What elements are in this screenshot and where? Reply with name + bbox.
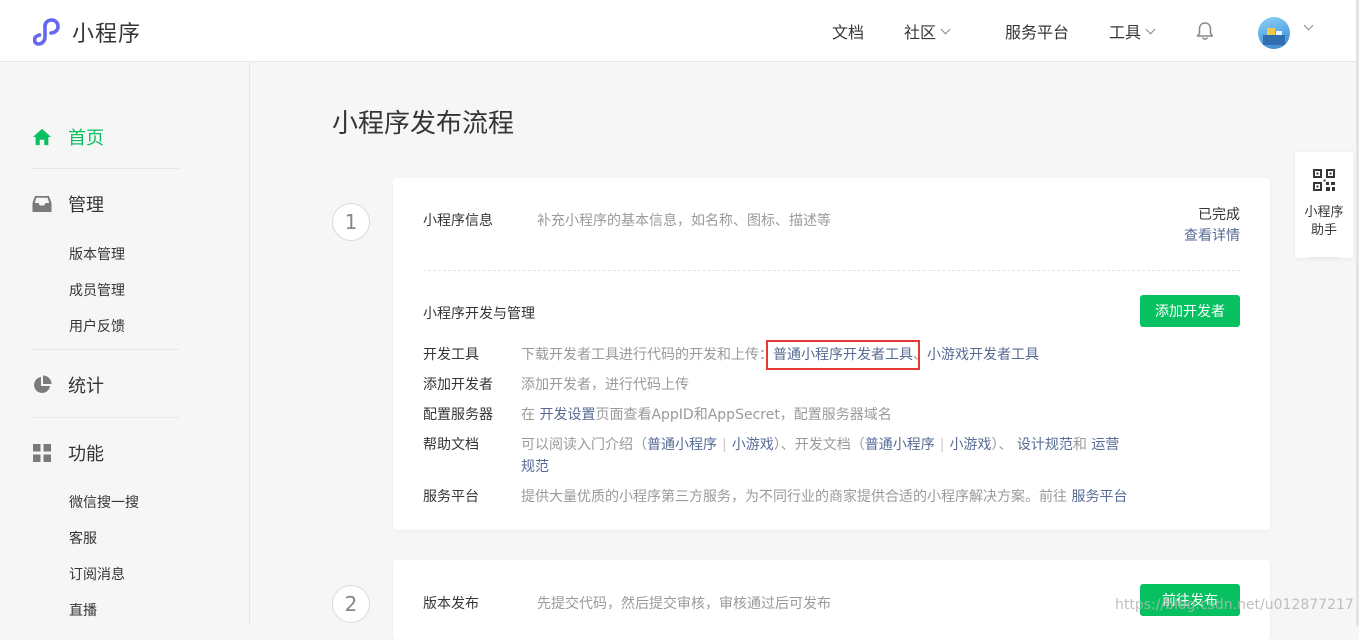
nav-tools[interactable]: 工具 xyxy=(1109,0,1156,62)
row-text-content: ）、开发文档（ xyxy=(773,437,865,453)
divider xyxy=(423,270,1240,271)
row-text-content: 和 xyxy=(1072,437,1087,453)
logo[interactable]: 小程序 xyxy=(33,16,141,48)
step-title: 小程序信息 xyxy=(423,213,493,229)
pie-chart-icon xyxy=(32,375,52,395)
row-text: 提供大量优质的小程序第三方服务，为不同行业的商家提供合适的小程序解决方案。前往 … xyxy=(521,486,1127,506)
assistant-label-line2: 助手 xyxy=(1310,223,1337,238)
separator: | xyxy=(722,437,727,453)
sidebar-item-subscribe-message[interactable]: 订阅消息 xyxy=(69,564,125,584)
nav-docs[interactable]: 文档 xyxy=(832,0,864,62)
add-developer-button[interactable]: 添加开发者 xyxy=(1140,295,1240,327)
section-title: 小程序开发与管理 xyxy=(423,306,535,322)
nav-community[interactable]: 社区 xyxy=(904,0,951,62)
sidebar-item-manage[interactable]: 管理 xyxy=(32,191,104,217)
row-label: 开发工具 xyxy=(423,347,479,363)
sidebar-item-label: 管理 xyxy=(68,195,104,216)
step-title: 版本发布 xyxy=(423,596,479,612)
row-text-content: 在 xyxy=(521,407,535,423)
step-desc: 补充小程序的基本信息，如名称、图标、描述等 xyxy=(537,213,831,229)
sidebar-item-home[interactable]: 首页 xyxy=(32,124,104,150)
step-card-info: 小程序信息 补充小程序的基本信息，如名称、图标、描述等 已完成 查看详情 小程序… xyxy=(393,178,1270,530)
row-text-content: 页面查看AppID和AppSecret，配置服务器域名 xyxy=(595,407,892,423)
home-icon xyxy=(32,127,52,147)
row-label: 服务平台 xyxy=(423,489,479,505)
grid-icon xyxy=(32,443,52,463)
sidebar-item-label: 统计 xyxy=(68,376,104,397)
divider xyxy=(32,349,179,350)
game-devtools-link[interactable]: 小游戏开发者工具 xyxy=(927,347,1039,363)
row-label: 添加开发者 xyxy=(423,377,493,393)
bell-icon[interactable] xyxy=(1196,21,1214,41)
assistant-label: 小程序 助手 xyxy=(1295,204,1353,240)
divider xyxy=(1309,257,1339,258)
intro-game-link[interactable]: 小游戏 xyxy=(732,437,774,453)
divider xyxy=(32,417,179,418)
divider xyxy=(32,168,179,169)
dev-settings-link[interactable]: 开发设置 xyxy=(539,407,595,423)
row-text-content: 提供大量优质的小程序第三方服务，为不同行业的商家提供合适的小程序解决方案。前往 xyxy=(521,489,1067,505)
watermark: https://blog.csdn.net/u012877217 xyxy=(1115,597,1354,613)
qr-code-icon xyxy=(1313,169,1335,191)
row-text: 可以阅读入门介绍（普通小程序 | 小游戏）、开发文档（普通小程序 | 小游戏）、 设计规… xyxy=(521,434,1119,454)
sidebar-item-live[interactable]: 直播 xyxy=(69,600,97,620)
row-label: 帮助文档 xyxy=(423,437,479,453)
row-text: 添加开发者，进行代码上传 xyxy=(521,377,689,393)
page-title: 小程序发布流程 xyxy=(332,109,515,139)
service-platform-link[interactable]: 服务平台 xyxy=(1071,489,1127,505)
assistant-label-line1: 小程序 xyxy=(1304,205,1344,220)
separator: 、 xyxy=(913,347,927,363)
chevron-down-icon xyxy=(1145,24,1156,34)
inbox-icon xyxy=(32,194,52,214)
step-status: 已完成 查看详情 xyxy=(1184,205,1240,247)
sidebar-item-stats[interactable]: 统计 xyxy=(32,372,104,398)
doc-miniprogram-link[interactable]: 普通小程序 xyxy=(865,437,935,453)
operation-rules-link-cont[interactable]: 规范 xyxy=(521,459,549,475)
chevron-down-icon xyxy=(940,24,951,34)
doc-game-link[interactable]: 小游戏 xyxy=(949,437,991,453)
sidebar: 首页 管理 版本管理 成员管理 用户反馈 统计 功能 微信搜一搜 客服 订阅消息… xyxy=(0,62,250,626)
status-text: 已完成 xyxy=(1198,207,1240,223)
step-number: 2 xyxy=(332,585,370,623)
nav-tools-label: 工具 xyxy=(1109,23,1142,42)
view-details-link[interactable]: 查看详情 xyxy=(1184,228,1240,244)
design-guide-link[interactable]: 设计规范 xyxy=(1017,437,1073,453)
row-text: 下载开发者工具进行代码的开发和上传：普通小程序开发者工具、小游戏开发者工具 xyxy=(521,340,1039,370)
sidebar-item-wechat-search[interactable]: 微信搜一搜 xyxy=(69,492,139,512)
nav-service-platform[interactable]: 服务平台 xyxy=(1005,0,1069,62)
logo-text: 小程序 xyxy=(72,22,142,47)
nav-community-label: 社区 xyxy=(904,23,937,42)
miniprogram-assistant[interactable]: 小程序 助手 xyxy=(1295,152,1353,258)
operation-rules-link[interactable]: 运营 xyxy=(1091,437,1119,453)
sidebar-item-member-manage[interactable]: 成员管理 xyxy=(69,280,125,300)
row-text-content: 可以阅读入门介绍（ xyxy=(521,437,647,453)
sidebar-item-customer-service[interactable]: 客服 xyxy=(69,528,97,548)
sidebar-item-label: 首页 xyxy=(68,128,104,149)
normal-devtools-link[interactable]: 普通小程序开发者工具 xyxy=(766,340,920,370)
top-bar: 小程序 文档 社区 服务平台 工具 xyxy=(0,0,1359,62)
row-text-content: 下载开发者工具进行代码的开发和上传： xyxy=(521,347,773,363)
sidebar-item-version-manage[interactable]: 版本管理 xyxy=(69,244,125,264)
intro-miniprogram-link[interactable]: 普通小程序 xyxy=(647,437,717,453)
row-label: 配置服务器 xyxy=(423,407,493,423)
miniprogram-logo-icon xyxy=(33,18,60,46)
row-text: 规范 xyxy=(521,456,549,476)
sidebar-item-label: 功能 xyxy=(68,444,104,465)
separator: | xyxy=(939,437,945,453)
step-desc: 先提交代码，然后提交审核，审核通过后可发布 xyxy=(537,596,831,612)
row-text: 在 开发设置页面查看AppID和AppSecret，配置服务器域名 xyxy=(521,404,892,424)
row-text-content: ）、 xyxy=(991,437,1013,453)
sidebar-item-user-feedback[interactable]: 用户反馈 xyxy=(69,316,125,336)
sidebar-item-features[interactable]: 功能 xyxy=(32,440,104,466)
chevron-down-icon[interactable] xyxy=(1303,20,1314,31)
step-number: 1 xyxy=(332,203,370,241)
avatar[interactable] xyxy=(1258,17,1290,49)
